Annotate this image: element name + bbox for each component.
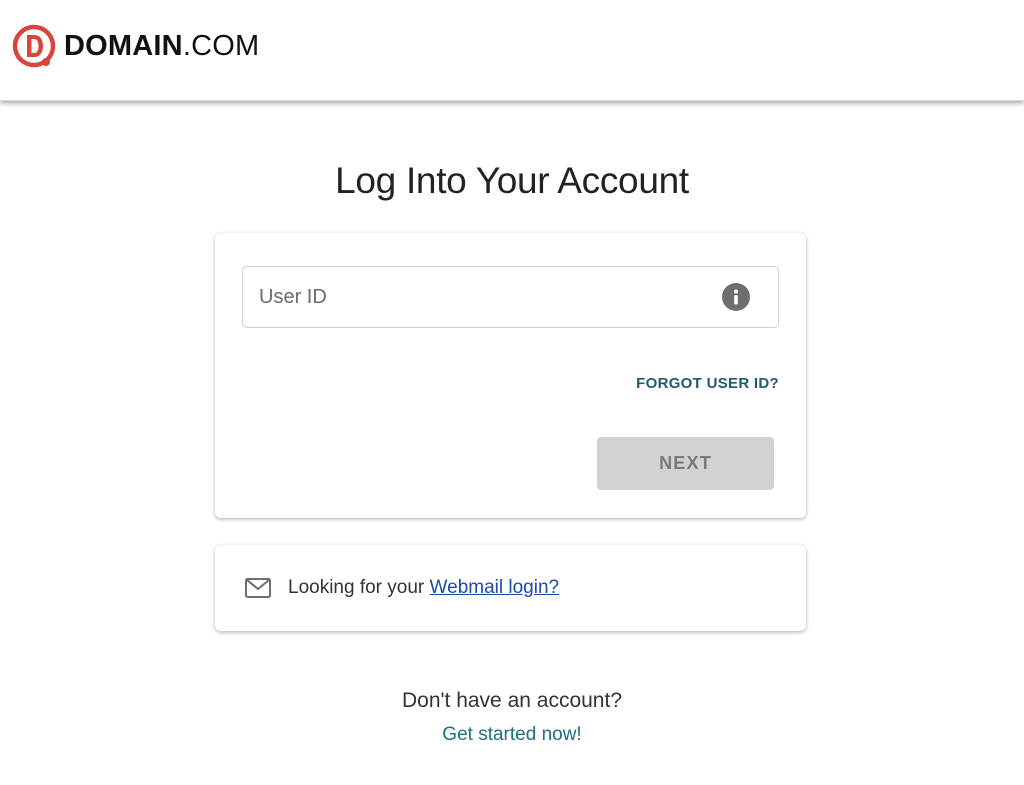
webmail-login-link[interactable]: Webmail login? (430, 577, 560, 598)
domain-d-logo-icon (12, 24, 56, 68)
webmail-prompt: Looking for your Webmail login? (288, 577, 559, 599)
brand-thin: .COM (182, 29, 260, 62)
user-id-field-wrapper (242, 266, 779, 328)
info-icon[interactable] (722, 283, 750, 311)
envelope-icon (245, 578, 271, 598)
user-id-input[interactable] (243, 267, 713, 327)
get-started-wrapper: Get started now! (0, 724, 1024, 746)
site-header: DOMAIN.COM (0, 0, 1024, 101)
next-button[interactable]: NEXT (597, 437, 774, 490)
webmail-prompt-prefix: Looking for your (288, 577, 430, 598)
brand-name: DOMAIN.COM (64, 29, 260, 62)
page-title: Log Into Your Account (335, 160, 689, 201)
forgot-user-id-link[interactable]: FORGOT USER ID? (636, 375, 779, 392)
no-account-text: Don't have an account? (402, 689, 622, 712)
brand-bold: DOMAIN (64, 29, 183, 62)
get-started-link[interactable]: Get started now! (442, 724, 581, 745)
webmail-card: Looking for your Webmail login? (215, 545, 806, 631)
login-card: FORGOT USER ID? NEXT (215, 233, 806, 518)
domain-logo[interactable]: DOMAIN.COM (12, 24, 259, 68)
